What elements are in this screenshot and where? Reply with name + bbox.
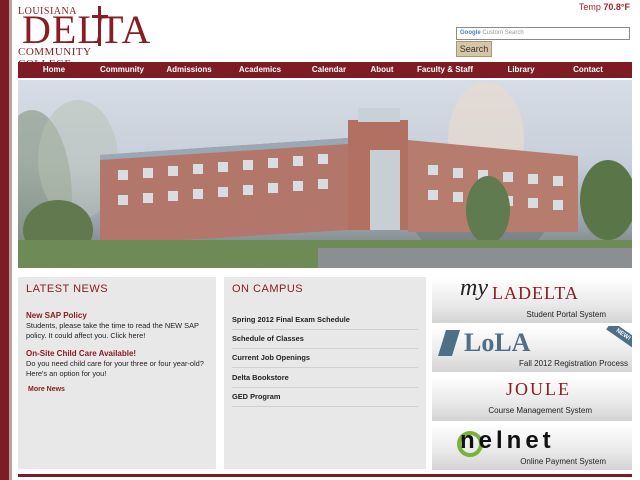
campus-link[interactable]: GED Program xyxy=(232,387,418,407)
on-campus-panel: ON CAMPUS Spring 2012 Final Exam Schedul… xyxy=(224,277,426,469)
latest-news-heading: LATEST NEWS xyxy=(26,283,109,295)
nav-about[interactable]: About xyxy=(362,62,402,78)
myladelta-logo: LADELTA xyxy=(492,283,579,303)
news-item-title[interactable]: New SAP Policy xyxy=(26,311,87,320)
promo-subtitle: Online Payment System xyxy=(520,457,606,466)
news-item-body: Students, please take the time to read t… xyxy=(26,321,199,340)
joule-promo[interactable]: JOULE Course Management System xyxy=(432,375,632,421)
search-placeholder: Custom Search xyxy=(482,30,524,36)
nav-academics[interactable]: Academics xyxy=(224,62,296,78)
myladelta-promo[interactable]: my LADELTA Student Portal System xyxy=(432,277,632,323)
google-brand-label: Google xyxy=(460,30,481,36)
left-accent-stripe xyxy=(9,0,12,480)
nav-admissions[interactable]: Admissions xyxy=(154,62,224,78)
campus-link[interactable]: Delta Bookstore xyxy=(232,368,418,388)
campus-link[interactable]: Current Job Openings xyxy=(232,348,418,368)
joule-logo: JOULE xyxy=(506,379,571,399)
left-accent-bar xyxy=(0,0,9,480)
main-nav: Home Community Admissions Academics Cale… xyxy=(18,62,632,78)
promo-subtitle: Course Management System xyxy=(488,406,592,415)
new-badge-label: NEW! xyxy=(614,327,632,343)
promo-subtitle: Student Portal System xyxy=(526,310,606,319)
footer-rule xyxy=(18,474,632,477)
search-input[interactable]: Google Custom Search xyxy=(456,27,630,40)
news-item-body: Do you need child care for your three or… xyxy=(26,359,204,378)
lola-promo[interactable]: LoLA NEW! Fall 2012 Registration Process xyxy=(432,326,632,372)
nav-calendar[interactable]: Calendar xyxy=(296,62,362,78)
nav-library[interactable]: Library xyxy=(488,62,554,78)
campus-building-image xyxy=(18,82,632,268)
lola-logo-mark xyxy=(438,330,460,356)
news-item-title[interactable]: On-Site Child Care Available! xyxy=(26,349,136,358)
logo-line-name: DELTA xyxy=(22,7,152,52)
more-news-link[interactable]: More News xyxy=(28,386,65,393)
nav-contact[interactable]: Contact xyxy=(554,62,622,78)
nelnet-logo: nelnet xyxy=(460,427,555,454)
promo-subtitle: Fall 2012 Registration Process xyxy=(519,359,628,368)
latest-news-panel: LATEST NEWS New SAP Policy Students, ple… xyxy=(18,277,216,469)
myladelta-logo-prefix: my xyxy=(460,277,488,301)
search-button[interactable]: Search xyxy=(456,41,492,57)
campus-link[interactable]: Spring 2012 Final Exam Schedule xyxy=(232,310,418,330)
new-badge: NEW! xyxy=(606,326,632,349)
college-logo[interactable]: LOUISIANA DELTA COMMUNITY COLLEGE xyxy=(18,4,150,70)
campus-link[interactable]: Schedule of Classes xyxy=(232,329,418,349)
nav-faculty-staff[interactable]: Faculty & Staff xyxy=(402,62,488,78)
temperature-value: 70.8°F xyxy=(603,2,630,12)
temperature-label: Temp xyxy=(578,2,601,12)
nelnet-promo[interactable]: nelnet Online Payment System xyxy=(432,424,632,470)
temperature-readout: Temp 70.8°F xyxy=(579,2,630,12)
nav-home[interactable]: Home xyxy=(18,62,90,78)
hero-banner xyxy=(18,80,632,268)
cross-icon xyxy=(92,6,108,46)
on-campus-heading: ON CAMPUS xyxy=(232,283,304,295)
nav-community[interactable]: Community xyxy=(90,62,154,78)
lola-logo: LoLA xyxy=(464,328,531,357)
